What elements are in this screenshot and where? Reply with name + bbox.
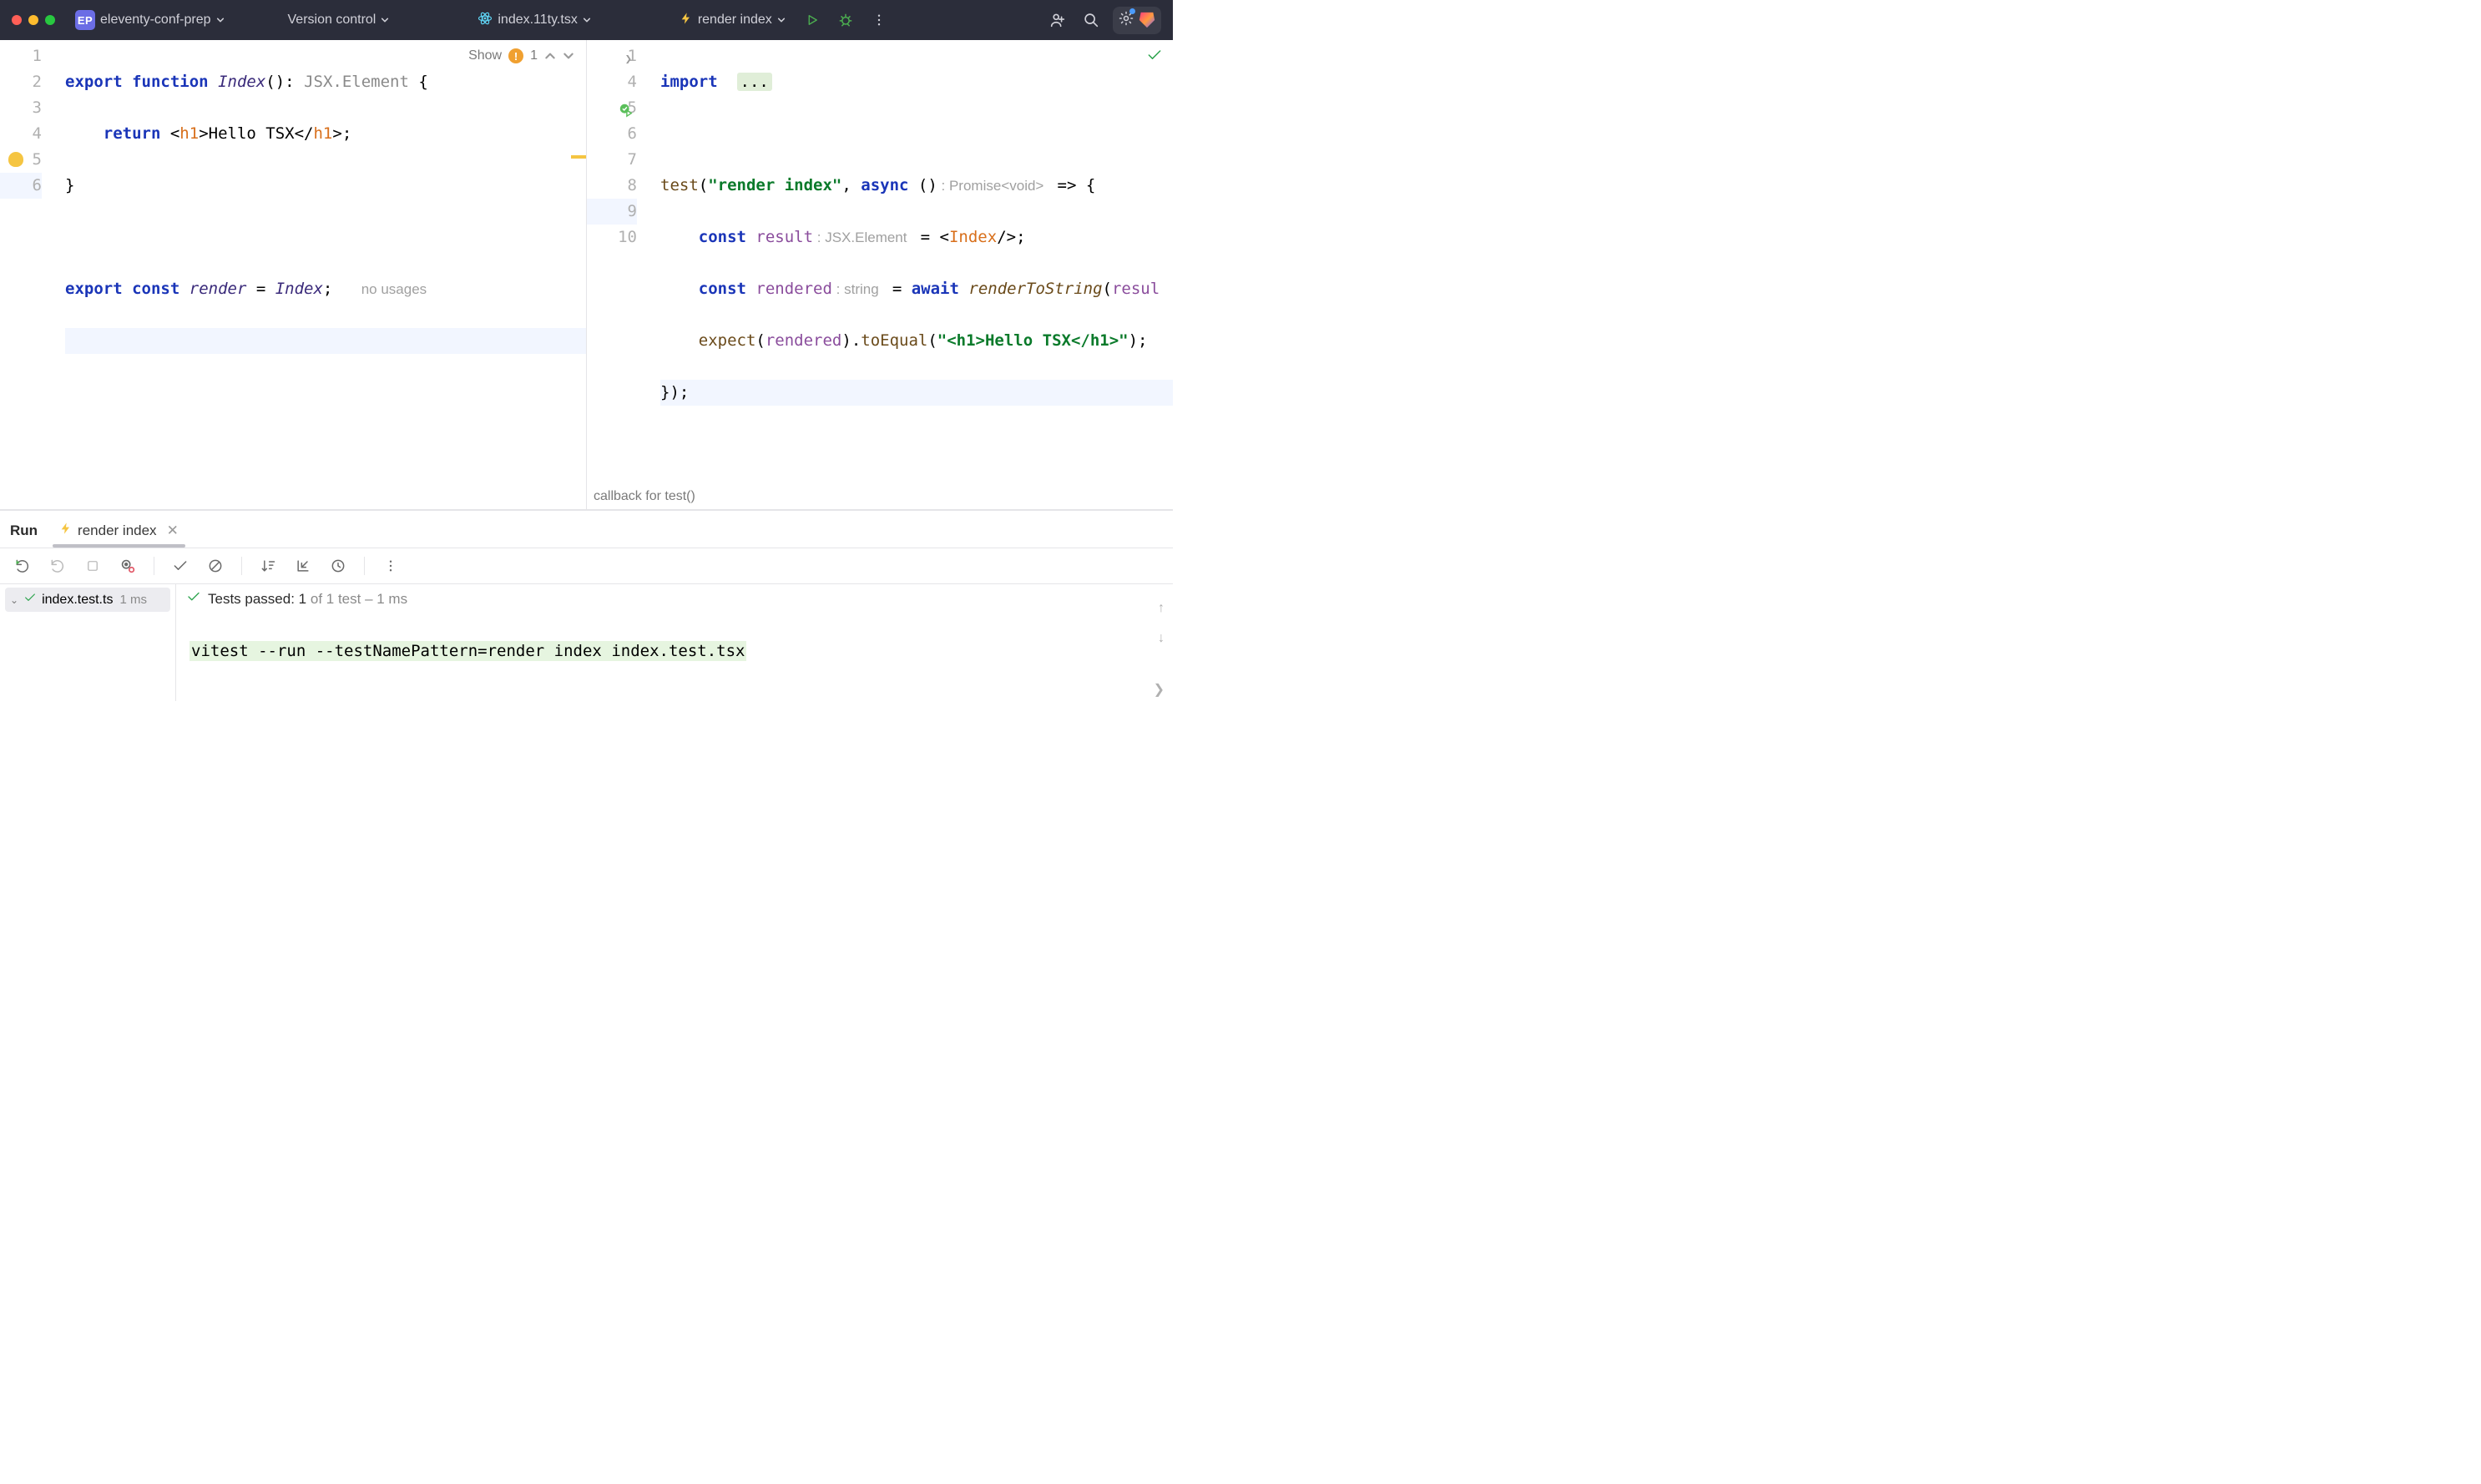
notification-dot-icon <box>1129 8 1135 14</box>
rerun-button[interactable] <box>13 557 32 575</box>
arrow-up-icon[interactable]: ↑ <box>1158 601 1165 616</box>
project-selector[interactable]: EP eleventy-conf-prep <box>70 7 230 33</box>
check-icon <box>186 589 201 608</box>
warning-icon: ! <box>508 48 523 63</box>
toggle-auto-test-button[interactable] <box>119 557 137 575</box>
react-file-icon <box>478 11 493 30</box>
chevron-up-icon[interactable] <box>544 50 556 62</box>
run-tool-window: Run render index ✕ ⌄ <box>0 510 1173 701</box>
settings-button-group[interactable] <box>1113 7 1161 34</box>
test-output[interactable]: Tests passed: 1 of 1 test – 1 ms vitest … <box>175 584 1173 701</box>
more-actions-button[interactable] <box>867 8 891 32</box>
run-tool-title: Run <box>10 522 38 548</box>
arrow-down-icon[interactable]: ↓ <box>1158 631 1165 646</box>
project-name: eleventy-conf-prep <box>100 13 211 28</box>
minimize-window-dot[interactable] <box>28 15 38 25</box>
inspection-count: 1 <box>530 48 538 63</box>
close-window-dot[interactable] <box>12 15 22 25</box>
sort-button[interactable] <box>259 557 277 575</box>
run-toolbar <box>0 548 1173 584</box>
show-passed-button[interactable] <box>171 557 189 575</box>
test-result-bar: Tests passed: 1 of 1 test – 1 ms <box>184 584 1165 617</box>
no-usages-hint[interactable]: no usages <box>361 281 427 297</box>
rerun-failed-button[interactable] <box>48 557 67 575</box>
run-config-label: render index <box>698 13 772 28</box>
import-tests-button[interactable] <box>294 557 312 575</box>
chevron-right-icon[interactable]: ❯ <box>1154 681 1165 698</box>
left-gutter: 1 2 3 4 5 6 <box>0 40 65 406</box>
chevron-down-icon[interactable] <box>563 50 574 62</box>
project-badge: EP <box>75 10 95 30</box>
editor-tab[interactable]: index.11ty.tsx <box>472 8 595 33</box>
vitest-run-icon <box>59 522 73 539</box>
breadcrumb[interactable]: callback for test() <box>594 486 695 509</box>
search-button[interactable] <box>1079 8 1103 32</box>
test-tree[interactable]: ⌄ index.test.ts 1 ms <box>0 584 175 701</box>
inspection-widget[interactable]: Show ! 1 <box>465 47 578 65</box>
vitest-run-icon <box>680 12 693 29</box>
inspection-ok-icon[interactable] <box>1146 47 1163 68</box>
run-config-selector[interactable]: render index <box>675 8 791 33</box>
chevron-down-icon <box>381 16 389 24</box>
run-button[interactable] <box>801 8 824 32</box>
run-tab[interactable]: render index ✕ <box>53 517 185 548</box>
right-gutter: 1❯ 4 5 6 7 8 9 10 <box>587 40 660 509</box>
stop-button[interactable] <box>83 557 102 575</box>
inspection-show-label: Show <box>468 48 502 63</box>
editor-tab-label: index.11ty.tsx <box>498 13 577 28</box>
gutter-run-icon[interactable] <box>619 100 634 115</box>
test-tree-row[interactable]: ⌄ index.test.ts 1 ms <box>5 588 170 612</box>
editor-split: 1 2 3 4 5 6 export function Index(): JSX… <box>0 40 1173 510</box>
check-icon <box>23 591 37 608</box>
close-icon[interactable]: ✕ <box>167 522 179 539</box>
chevron-down-icon[interactable]: ⌄ <box>10 594 18 606</box>
test-file-label: index.test.ts <box>42 593 113 608</box>
run-tabs: Run render index ✕ <box>0 511 1173 548</box>
show-ignored-button[interactable] <box>206 557 225 575</box>
chevron-down-icon <box>777 16 786 24</box>
vcs-selector[interactable]: Version control <box>283 9 395 31</box>
chevron-down-icon <box>216 16 225 24</box>
command-output: vitest --run --testNamePattern=render in… <box>184 637 1165 665</box>
code-with-me-button[interactable] <box>1046 8 1069 32</box>
left-code[interactable]: export function Index(): JSX.Element { r… <box>65 40 586 406</box>
topbar: EP eleventy-conf-prep Version control in… <box>0 0 1173 40</box>
output-nav-arrows[interactable]: ↑ ↓ <box>1158 601 1165 646</box>
jetbrains-logo-icon <box>1138 11 1156 29</box>
scrollbar-marker[interactable] <box>571 155 586 159</box>
run-tab-label: render index <box>78 522 157 539</box>
editor-right-pane[interactable]: 1❯ 4 5 6 7 8 9 10 import ... test("rende… <box>587 40 1173 509</box>
more-button[interactable] <box>381 557 400 575</box>
intention-bulb-icon[interactable] <box>8 152 23 167</box>
editor-left-pane[interactable]: 1 2 3 4 5 6 export function Index(): JSX… <box>0 40 586 509</box>
folded-import-icon[interactable]: ... <box>737 73 772 91</box>
chevron-down-icon <box>583 16 591 24</box>
test-duration: 1 ms <box>119 593 147 607</box>
history-button[interactable] <box>329 557 347 575</box>
zoom-window-dot[interactable] <box>45 15 55 25</box>
right-code[interactable]: import ... test("render index", async ()… <box>660 40 1173 509</box>
debug-button[interactable] <box>834 8 857 32</box>
vcs-label: Version control <box>288 13 376 28</box>
window-traffic-lights <box>12 15 55 25</box>
